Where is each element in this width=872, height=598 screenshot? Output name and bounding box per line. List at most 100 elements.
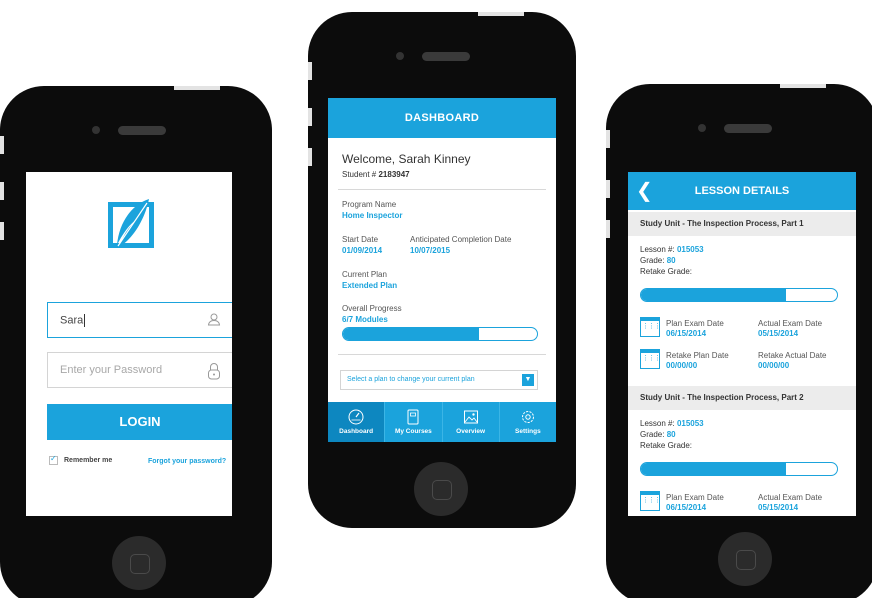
retake-grade-label: Retake Grade: (640, 441, 693, 450)
lock-icon (207, 362, 221, 383)
retake-actual-label: Retake Actual Date (758, 351, 827, 360)
grade-label: Grade: (640, 256, 665, 265)
actual-exam-date: 05/15/2014 (758, 503, 799, 512)
progress-fill (641, 463, 787, 475)
user-icon (207, 312, 221, 329)
overall-progress-bar (342, 327, 538, 341)
login-button[interactable]: LOGIN (47, 404, 232, 440)
checkbox-checked-icon[interactable] (49, 454, 58, 465)
front-camera (396, 52, 404, 60)
lesson-number: Lesson #: 015053 (640, 419, 704, 428)
current-plan-value: Extended Plan (342, 281, 398, 290)
study-unit-title: Study Unit - The Inspection Process, Par… (628, 212, 856, 236)
calendar-icon (640, 349, 660, 369)
bottom-tab-bar: Dashboard My Courses Overview Settings (328, 402, 556, 442)
tab-label: Settings (515, 428, 541, 435)
overall-progress-value: 6/7 Modules (342, 315, 388, 324)
remember-me-checkbox[interactable]: Remember me (49, 454, 113, 465)
current-plan-label: Current Plan (342, 270, 387, 279)
lesson-number-label: Lesson #: (640, 245, 675, 254)
start-date-label: Start Date (342, 235, 379, 244)
phone-login: Sara Enter your Password LOGIN Remember … (0, 86, 272, 598)
tab-overview[interactable]: Overview (441, 402, 499, 442)
student-number-label: Student # (342, 170, 377, 179)
lesson-number: Lesson #: 015053 (640, 245, 704, 254)
remember-me-label: Remember me (64, 457, 113, 464)
lesson-number-value: 015053 (676, 419, 704, 428)
gauge-icon (328, 408, 384, 428)
username-input[interactable]: Sara (47, 302, 232, 338)
actual-exam-date: 05/15/2014 (758, 329, 799, 338)
retake-actual-date: 00/00/00 (758, 361, 790, 370)
grade: Grade: 80 (640, 430, 676, 439)
username-value: Sara (60, 314, 84, 327)
back-arrow-icon[interactable]: ❮ (636, 172, 653, 210)
study-unit-title: Study Unit - The Inspection Process, Par… (628, 386, 856, 410)
front-camera (698, 124, 706, 132)
home-button[interactable] (414, 462, 468, 516)
front-camera (92, 126, 100, 134)
phone-lesson-details: ❮ LESSON DETAILS Study Unit - The Inspec… (606, 84, 872, 598)
tab-my-courses[interactable]: My Courses (384, 402, 442, 442)
lesson-number-label: Lesson #: (640, 419, 675, 428)
tab-settings[interactable]: Settings (498, 402, 556, 442)
retake-plan-date: 00/00/00 (666, 361, 698, 370)
lesson-header: ❮ LESSON DETAILS (628, 172, 856, 210)
plan-select-placeholder: Select a plan to change your current pla… (347, 376, 475, 383)
speaker-grille (422, 52, 470, 61)
plan-exam-date: 06/15/2014 (666, 503, 707, 512)
actual-exam-label: Actual Exam Date (758, 493, 823, 502)
plan-select-dropdown[interactable]: Select a plan to change your current pla… (340, 370, 538, 390)
program-label: Program Name (342, 200, 397, 209)
divider (338, 354, 546, 355)
plan-exam-label: Plan Exam Date (666, 493, 724, 502)
phone-dashboard: DASHBOARD Welcome, Sarah Kinney Student … (308, 12, 576, 528)
forgot-password-link[interactable]: Forgot your password? (148, 458, 226, 465)
lesson-title: LESSON DETAILS (694, 185, 790, 197)
speaker-grille (724, 124, 772, 133)
dashboard-screen: DASHBOARD Welcome, Sarah Kinney Student … (328, 98, 556, 442)
lesson-details-screen: ❮ LESSON DETAILS Study Unit - The Inspec… (628, 172, 856, 516)
speaker-grille (118, 126, 166, 135)
completion-date-label: Anticipated Completion Date (410, 235, 512, 244)
lesson-progress-bar (640, 288, 838, 302)
book-icon (385, 408, 441, 428)
start-date-value: 01/09/2014 (342, 246, 383, 255)
password-input[interactable]: Enter your Password (47, 352, 232, 388)
dashboard-title: DASHBOARD (328, 98, 556, 138)
gear-icon (500, 408, 556, 428)
login-screen: Sara Enter your Password LOGIN Remember … (26, 172, 232, 516)
progress-fill (343, 328, 479, 340)
retake-grade-label: Retake Grade: (640, 267, 693, 276)
password-placeholder: Enter your Password (60, 364, 163, 376)
tab-label: Dashboard (339, 428, 374, 435)
tab-label: Overview (456, 428, 486, 435)
retake-plan-label: Retake Plan Date (666, 351, 729, 360)
student-number-value: 2183947 (378, 170, 410, 179)
grade-label: Grade: (640, 430, 665, 439)
lesson-progress-bar (640, 462, 838, 476)
feather-logo-icon (108, 199, 154, 248)
plan-exam-label: Plan Exam Date (666, 319, 724, 328)
chevron-down-icon[interactable]: ▼ (522, 374, 534, 386)
welcome-text: Welcome, Sarah Kinney (342, 152, 471, 166)
grade-value: 80 (666, 430, 676, 439)
tab-dashboard[interactable]: Dashboard (328, 402, 385, 442)
home-button[interactable] (718, 532, 772, 586)
lesson-number-value: 015053 (676, 245, 704, 254)
calendar-icon (640, 491, 660, 511)
overall-progress-label: Overall Progress (342, 304, 402, 313)
plan-exam-date: 06/15/2014 (666, 329, 707, 338)
calendar-icon (640, 317, 660, 337)
picture-icon (443, 408, 499, 428)
divider (338, 189, 546, 190)
completion-date-value: 10/07/2015 (410, 246, 451, 255)
home-button[interactable] (112, 536, 166, 590)
grade: Grade: 80 (640, 256, 676, 265)
actual-exam-label: Actual Exam Date (758, 319, 823, 328)
program-value: Home Inspector (342, 211, 403, 220)
grade-value: 80 (666, 256, 676, 265)
progress-fill (641, 289, 787, 301)
tab-label: My Courses (394, 428, 432, 435)
student-number: Student # 2183947 (342, 170, 410, 179)
